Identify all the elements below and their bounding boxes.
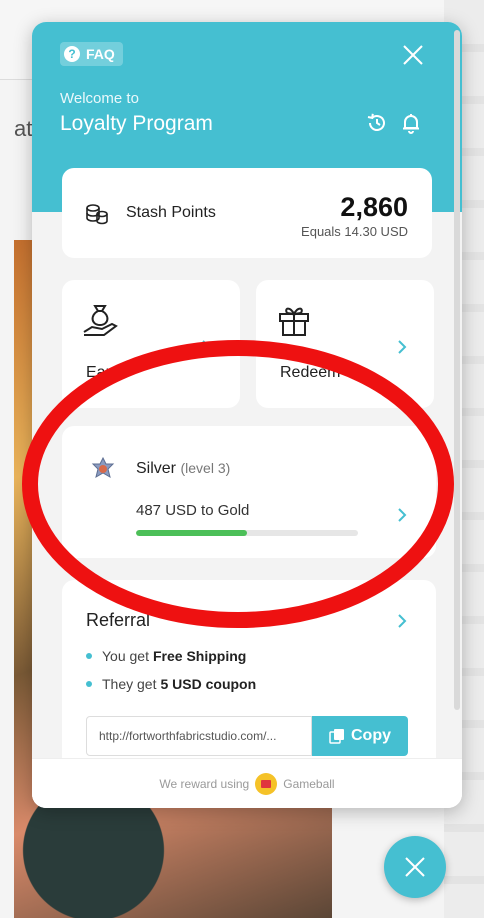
- referral-link-field[interactable]: [86, 716, 312, 756]
- copy-label: Copy: [351, 727, 391, 744]
- points-value: 2,860: [340, 192, 408, 222]
- coins-icon: [86, 204, 108, 225]
- chevron-right-icon[interactable]: [396, 614, 408, 628]
- copy-icon: [329, 729, 344, 744]
- earn-tile[interactable]: Earn: [62, 280, 240, 408]
- footer-brand: Gameball: [283, 776, 335, 791]
- loyalty-widget: ? FAQ Welcome to Loyalty Program Stash P…: [32, 22, 462, 808]
- referral-title: Referral: [86, 610, 151, 630]
- referral-card: Referral You get Free Shipping They get …: [62, 580, 436, 786]
- faq-label: FAQ: [86, 46, 115, 62]
- referral-benefit-you: You get Free Shipping: [86, 648, 256, 664]
- benefit-they-value: 5 USD coupon: [160, 676, 257, 692]
- history-icon[interactable]: [366, 112, 388, 134]
- chevron-right-icon: [398, 340, 407, 354]
- benefit-they-prefix: They get: [102, 676, 157, 692]
- points-equivalent: Equals 14.30 USD: [301, 224, 408, 239]
- referral-benefit-they: They get 5 USD coupon: [86, 676, 256, 692]
- tier-name-line: Silver (level 3): [136, 460, 230, 478]
- widget-scrollbar[interactable]: [454, 30, 460, 710]
- faq-button[interactable]: ? FAQ: [60, 42, 123, 66]
- close-icon[interactable]: [400, 42, 426, 68]
- bullet-dot: [86, 681, 92, 687]
- benefit-you-prefix: You get: [102, 648, 149, 664]
- launcher-close-button[interactable]: [384, 836, 446, 898]
- program-title: Loyalty Program: [60, 112, 213, 135]
- chevron-right-icon: [398, 508, 407, 522]
- question-icon: ?: [64, 46, 80, 62]
- tier-progress-text: 487 USD to Gold: [136, 502, 250, 519]
- tier-badge-icon: [91, 456, 115, 479]
- bullet-dot: [86, 653, 92, 659]
- chevron-right-icon: [202, 340, 211, 354]
- earn-label: Earn: [86, 364, 120, 381]
- welcome-text: Welcome to: [60, 90, 139, 107]
- redeem-label: Redeem: [280, 364, 341, 381]
- tier-progress-bar: [136, 530, 358, 536]
- footer-prefix: We reward using: [159, 776, 250, 791]
- gift-icon: [279, 307, 309, 336]
- gameball-logo-icon: [255, 772, 278, 795]
- tier-card[interactable]: Silver (level 3) 487 USD to Gold: [62, 426, 436, 558]
- widget-footer: We reward using Gameball: [32, 758, 462, 808]
- copy-button[interactable]: Copy: [312, 716, 408, 756]
- redeem-tile[interactable]: Redeem: [256, 280, 434, 408]
- tier-name: Silver: [136, 460, 177, 477]
- money-bag-hand-icon: [83, 305, 118, 336]
- tier-progress-fill: [136, 530, 247, 536]
- points-label: Stash Points: [126, 204, 216, 221]
- points-card: Stash Points 2,860 Equals 14.30 USD: [62, 168, 432, 258]
- bell-icon[interactable]: [400, 112, 422, 134]
- background-partial-text: at: [14, 116, 33, 141]
- close-icon: [405, 857, 425, 877]
- tier-level: (level 3): [180, 460, 231, 476]
- benefit-you-value: Free Shipping: [152, 648, 247, 664]
- referral-benefits: You get Free Shipping They get 5 USD cou…: [86, 648, 256, 704]
